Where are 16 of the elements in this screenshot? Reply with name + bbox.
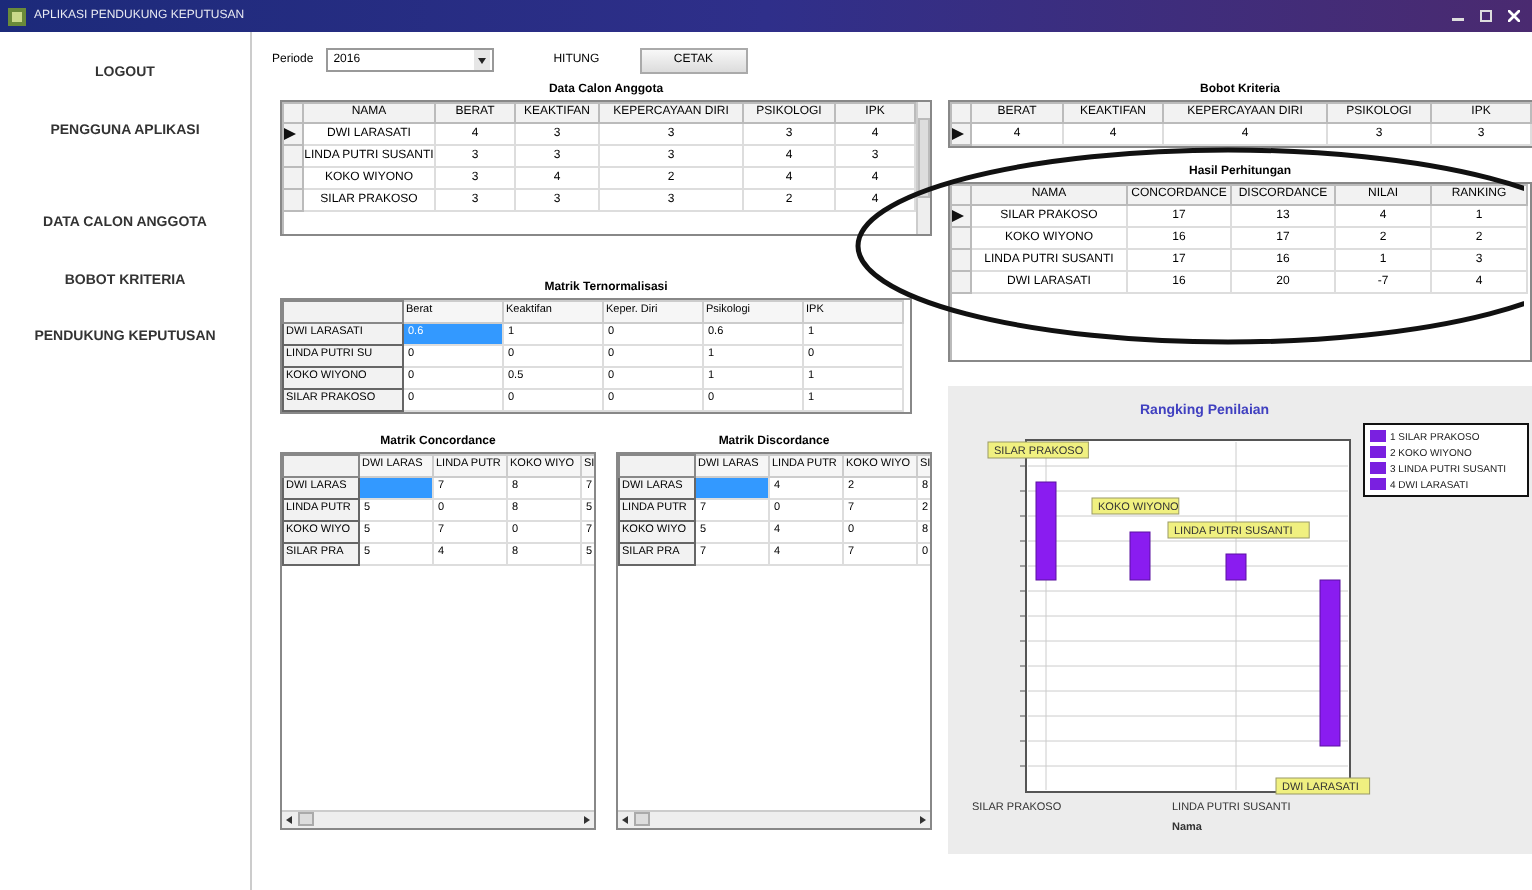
scroll-bar[interactable] xyxy=(916,102,930,233)
app-icon xyxy=(8,7,26,25)
bar xyxy=(1035,480,1057,580)
close-icon[interactable] xyxy=(1508,10,1520,22)
bar xyxy=(1129,530,1151,580)
scroll-thumb[interactable] xyxy=(634,812,650,826)
horizontal-scroll-bar[interactable] xyxy=(282,809,594,827)
bar xyxy=(1225,552,1247,580)
restore-icon[interactable] xyxy=(1480,10,1492,22)
scroll-left-icon[interactable] xyxy=(620,813,632,825)
scroll-right-icon[interactable] xyxy=(916,813,928,825)
scroll-right-icon[interactable] xyxy=(580,813,592,825)
scroll-thumb[interactable] xyxy=(298,812,314,826)
dropdown-icon xyxy=(473,50,490,70)
scroll-left-icon[interactable] xyxy=(284,813,296,825)
horizontal-scroll-bar[interactable] xyxy=(618,809,930,827)
